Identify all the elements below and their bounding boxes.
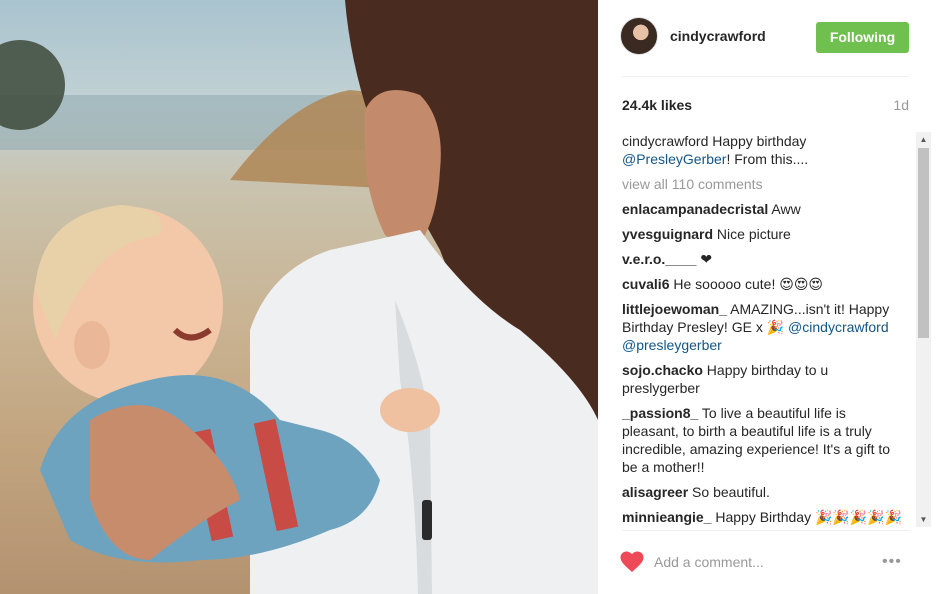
scroll-down-arrow-icon[interactable]: ▼ (916, 512, 931, 527)
comment-username[interactable]: yvesguignard (622, 226, 713, 242)
post-header: cindycrawford Following (598, 0, 936, 76)
comment-text: ❤ (696, 251, 713, 267)
comment-item: yvesguignard Nice picture (622, 225, 904, 243)
comment-item: v.e.r.o.____ ❤ (622, 250, 904, 268)
caption-username[interactable]: cindycrawford (622, 133, 708, 149)
comment-username[interactable]: sojo.chacko (622, 362, 703, 378)
comment-text: So beautiful. (688, 484, 770, 500)
view-all-comments-link[interactable]: view all 110 comments (622, 175, 904, 193)
caption-text-before: Happy birthday (708, 133, 807, 149)
caption-text-after: ! From this.... (726, 151, 809, 167)
add-comment-input[interactable] (654, 551, 864, 573)
comment-text: Aww (768, 201, 801, 217)
comment-username[interactable]: _passion8_ (622, 405, 698, 421)
beach-photo-illustration (0, 0, 598, 594)
comment-username[interactable]: alisagreer (622, 484, 688, 500)
following-button[interactable]: Following (816, 22, 909, 53)
comment-username[interactable]: enlacampanadecristal (622, 201, 768, 217)
post-caption: cindycrawford Happy birthday @PresleyGer… (622, 132, 904, 168)
comment-username[interactable]: littlejoewoman_ (622, 301, 727, 317)
comment-item: minnieangie_ Happy Birthday 🎉🎉🎉🎉🎉 (622, 508, 904, 526)
comment-text: Nice picture (713, 226, 791, 242)
comment-item: sojo.chacko Happy birthday to u preslyge… (622, 361, 904, 397)
likes-count[interactable]: 24.4k likes (622, 97, 692, 113)
comment-text: He sooooo cute! 😍😍😍 (669, 276, 824, 292)
comment-username[interactable]: v.e.r.o.____ (622, 251, 696, 267)
comment-item: alisagreer So beautiful. (622, 483, 904, 501)
comments-list: cindycrawford Happy birthday @PresleyGer… (622, 132, 904, 527)
comment-text: Happy Birthday 🎉🎉🎉🎉🎉 (711, 509, 903, 525)
post-age[interactable]: 1d (893, 97, 909, 113)
comment-item: enlacampanadecristal Aww (622, 200, 904, 218)
header-divider (622, 76, 910, 77)
comment-item: littlejoewoman_ AMAZING...isn't it! Happ… (622, 300, 904, 354)
comment-username[interactable]: minnieangie_ (622, 509, 711, 525)
caption-mention[interactable]: @PresleyGerber (622, 151, 726, 167)
avatar[interactable] (620, 17, 658, 55)
comment-item: _passion8_ To live a beautiful life is p… (622, 404, 904, 476)
post-sidebar: cindycrawford Following 24.4k likes 1d c… (598, 0, 936, 594)
post-photo[interactable] (0, 0, 598, 594)
scrollbar-thumb[interactable] (918, 148, 929, 338)
comments-scrollbar[interactable]: ▲ ▼ (916, 132, 931, 527)
author-username[interactable]: cindycrawford (670, 28, 766, 44)
comment-username[interactable]: cuvali6 (622, 276, 669, 292)
more-options-icon[interactable]: ••• (882, 553, 902, 571)
comment-item: cuvali6 He sooooo cute! 😍😍😍 (622, 275, 904, 293)
actions-divider (622, 530, 910, 531)
heart-icon[interactable] (620, 551, 644, 573)
scroll-up-arrow-icon[interactable]: ▲ (916, 132, 931, 147)
